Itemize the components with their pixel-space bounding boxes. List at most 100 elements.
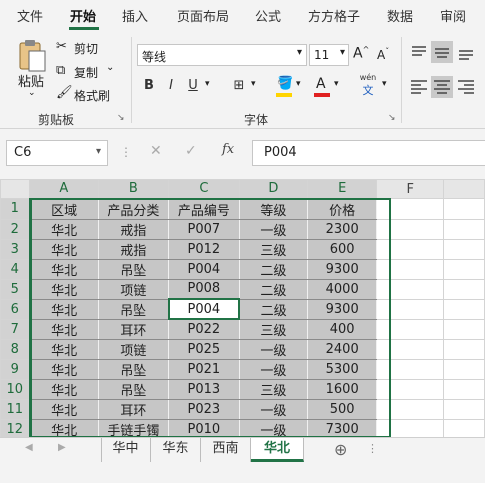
borders-dropdown-icon[interactable]: ▾ — [251, 79, 256, 89]
formula-input[interactable]: P004 — [252, 140, 485, 166]
empty-cell[interactable] — [443, 278, 485, 300]
row-header[interactable]: 12 — [0, 418, 31, 437]
scroll-left-icon[interactable]: ◀ — [25, 442, 33, 453]
empty-cell[interactable] — [376, 358, 445, 380]
cell-c10[interactable]: P013 — [168, 378, 240, 400]
cell-e2[interactable]: 2300 — [307, 218, 378, 240]
cell-b12[interactable]: 手链手镯 — [97, 418, 170, 437]
cell-e5[interactable]: 4000 — [307, 278, 378, 300]
cell-e8[interactable]: 2400 — [307, 338, 378, 360]
empty-cell[interactable] — [376, 418, 445, 437]
cell-e7[interactable]: 400 — [307, 318, 378, 340]
align-left-icon[interactable] — [408, 76, 430, 98]
font-name-select[interactable]: 等线 ▾ — [137, 44, 307, 66]
cell-d1[interactable]: 等级 — [238, 198, 309, 220]
empty-cell[interactable] — [376, 338, 445, 360]
align-right-icon[interactable] — [455, 76, 477, 98]
cell-a4[interactable]: 华北 — [29, 258, 99, 280]
cell-a10[interactable]: 华北 — [29, 378, 99, 400]
font-launcher-icon[interactable]: ↘ — [388, 113, 396, 123]
cell-b9[interactable]: 吊坠 — [97, 358, 170, 380]
cell-d5[interactable]: 二级 — [238, 278, 309, 300]
cell-e12[interactable]: 7300 — [307, 418, 378, 437]
sheet-tab-xinan[interactable]: 西南 — [201, 438, 251, 462]
paste-dropdown-icon[interactable]: ⌄ — [28, 88, 36, 98]
cell-b1[interactable]: 产品分类 — [97, 198, 170, 220]
empty-cell[interactable] — [443, 318, 485, 340]
cell-d3[interactable]: 三级 — [238, 238, 309, 260]
cell-e6[interactable]: 9300 — [307, 298, 378, 320]
empty-cell[interactable] — [443, 238, 485, 260]
cell-c8[interactable]: P025 — [168, 338, 240, 360]
sheet-tab-huabei[interactable]: 华北 — [251, 438, 304, 462]
cell-a11[interactable]: 华北 — [29, 398, 99, 420]
cell-d7[interactable]: 三级 — [238, 318, 309, 340]
align-bottom-icon[interactable] — [455, 41, 477, 63]
cell-d9[interactable]: 一级 — [238, 358, 309, 380]
cell-c11[interactable]: P023 — [168, 398, 240, 420]
col-header-f[interactable]: F — [376, 179, 445, 199]
cell-a5[interactable]: 华北 — [29, 278, 99, 300]
menu-file[interactable]: 文件 — [17, 6, 43, 25]
empty-cell[interactable] — [376, 218, 445, 240]
cell-a6[interactable]: 华北 — [29, 298, 99, 320]
align-middle-icon[interactable] — [431, 41, 453, 63]
row-header[interactable]: 9 — [0, 358, 31, 380]
menu-insert[interactable]: 插入 — [122, 6, 148, 25]
empty-cell[interactable] — [443, 258, 485, 280]
increase-font-button[interactable]: A^ — [353, 45, 369, 62]
menu-home[interactable]: 开始 — [70, 6, 96, 25]
cell-c9[interactable]: P021 — [168, 358, 240, 380]
phonetic-guide-button[interactable]: wén 文 — [356, 73, 380, 101]
sheet-tab-huadong[interactable]: 华东 — [151, 438, 201, 462]
cell-e9[interactable]: 5300 — [307, 358, 378, 380]
font-color-dropdown-icon[interactable]: ▾ — [334, 79, 339, 89]
underline-dropdown-icon[interactable]: ▾ — [205, 79, 210, 89]
col-header-e[interactable]: E — [307, 179, 378, 200]
empty-cell[interactable] — [443, 358, 485, 380]
empty-cell[interactable] — [376, 398, 445, 420]
cell-c2[interactable]: P007 — [168, 218, 240, 240]
worksheet-grid[interactable]: A B C D E F 1 区域 产品分类 产品编号 等级 价格 2 华北 戒指 P007 一级 23… — [0, 179, 485, 437]
phonetic-dropdown-icon[interactable]: ▾ — [382, 79, 387, 89]
cell-a9[interactable]: 华北 — [29, 358, 99, 380]
select-all-corner[interactable] — [0, 179, 31, 199]
cancel-icon[interactable]: ✕ — [150, 143, 162, 159]
empty-cell[interactable] — [376, 278, 445, 300]
empty-cell[interactable] — [443, 218, 485, 240]
sheet-tab-huazhong[interactable]: 华中 — [101, 438, 151, 462]
italic-button[interactable]: I — [160, 75, 182, 97]
scroll-right-icon[interactable]: ▶ — [58, 442, 66, 453]
row-header[interactable]: 4 — [0, 258, 31, 280]
cell-a1[interactable]: 区域 — [29, 198, 99, 220]
cell-a7[interactable]: 华北 — [29, 318, 99, 340]
borders-icon[interactable]: ⊞ — [228, 75, 250, 97]
cell-c4[interactable]: P004 — [168, 258, 240, 280]
underline-button[interactable]: U — [182, 75, 204, 97]
cell-a2[interactable]: 华北 — [29, 218, 99, 240]
cut-button[interactable]: 剪切 — [74, 40, 98, 57]
empty-cell[interactable] — [443, 198, 485, 220]
menu-fangfang[interactable]: 方方格子 — [308, 6, 360, 25]
fill-dropdown-icon[interactable]: ▾ — [296, 79, 301, 89]
col-header-c[interactable]: C — [168, 179, 240, 200]
cell-d2[interactable]: 一级 — [238, 218, 309, 240]
row-header[interactable]: 2 — [0, 218, 31, 240]
cell-b11[interactable]: 耳环 — [97, 398, 170, 420]
menu-page-layout[interactable]: 页面布局 — [177, 6, 229, 25]
cell-b5[interactable]: 项链 — [97, 278, 170, 300]
cell-e1[interactable]: 价格 — [307, 198, 378, 220]
cell-a8[interactable]: 华北 — [29, 338, 99, 360]
align-center-icon[interactable] — [431, 76, 453, 98]
empty-cell[interactable] — [376, 258, 445, 280]
cell-e4[interactable]: 9300 — [307, 258, 378, 280]
empty-cell[interactable] — [376, 238, 445, 260]
menu-data[interactable]: 数据 — [387, 6, 413, 25]
copy-dropdown-icon[interactable]: ⌄ — [106, 62, 114, 73]
copy-icon[interactable]: ⧉ — [56, 63, 65, 78]
cell-d11[interactable]: 一级 — [238, 398, 309, 420]
cell-d6[interactable]: 二级 — [238, 298, 309, 320]
add-sheet-icon[interactable]: ⊕ — [334, 440, 347, 459]
empty-cell[interactable] — [376, 298, 445, 320]
col-header-d[interactable]: D — [238, 179, 309, 200]
